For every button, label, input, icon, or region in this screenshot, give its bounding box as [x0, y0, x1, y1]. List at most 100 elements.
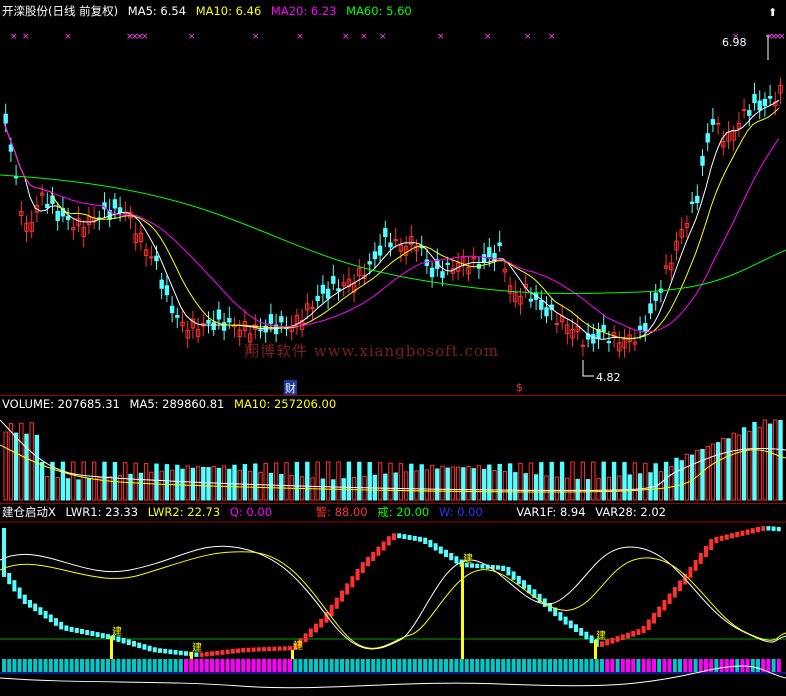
status-band-cell [33, 659, 38, 672]
volume-bar [502, 471, 508, 501]
status-band-cell [220, 659, 225, 672]
candle-body [643, 323, 648, 332]
status-band-cell [652, 659, 656, 672]
volume-bar [232, 464, 237, 501]
oscillator-step [132, 641, 136, 647]
jian-bar [110, 636, 113, 659]
volume-bar [778, 419, 783, 501]
status-band-cell [371, 659, 376, 672]
status-band-cell [418, 659, 422, 672]
status-band-cell [444, 659, 448, 672]
status-band-cell [756, 659, 760, 672]
ma20-line [3, 122, 780, 333]
oscillator-step [750, 528, 755, 534]
volume-bar [76, 479, 81, 501]
volume-bar [351, 476, 357, 501]
status-band-cell [288, 659, 292, 672]
oscillator-step [74, 627, 79, 633]
volume-bar [627, 474, 632, 501]
candle-body [149, 256, 154, 259]
oscillator-step [506, 567, 511, 576]
volume-bar [596, 477, 601, 501]
oscillator-step [303, 633, 308, 643]
candle-body [211, 321, 216, 331]
status-band-cell [698, 659, 703, 672]
volume-bar [3, 431, 8, 501]
volume-bar [273, 462, 279, 501]
volume-bar [195, 466, 201, 501]
signal-cross: × [141, 32, 149, 42]
volume-bar [611, 461, 617, 501]
volume-bar [128, 473, 133, 501]
oscillator-step [480, 564, 485, 569]
candle-body [227, 318, 232, 323]
candle-body [258, 329, 263, 332]
status-band-cell [204, 659, 209, 672]
status-band-cell [319, 659, 324, 672]
oscillator-step [121, 637, 126, 644]
candle-body [487, 247, 492, 258]
status-band-cell [48, 659, 53, 672]
volume-bar [419, 464, 424, 501]
oscillator-step [678, 580, 682, 591]
status-band-cell [7, 659, 12, 672]
status-band-cell [724, 659, 729, 672]
volume-bar [565, 477, 570, 501]
status-band-cell [646, 659, 651, 672]
volume-bar [154, 463, 159, 501]
status-band-cell [501, 659, 506, 672]
candle-body [637, 325, 643, 330]
status-band-cell [54, 659, 58, 672]
signal-cross: × [437, 32, 445, 42]
signal-cross: × [296, 32, 304, 42]
status-band-cell [256, 659, 261, 672]
status-band-cell [272, 659, 277, 672]
oscillator-step [142, 644, 147, 650]
oscillator-step [350, 576, 355, 588]
status-band-cell [480, 659, 485, 672]
candle-body [767, 96, 773, 99]
volume-bar [237, 469, 242, 501]
status-band-cell [506, 659, 511, 672]
status-band-cell [69, 659, 74, 672]
status-band-cell [350, 659, 355, 672]
status-band-cell [137, 659, 142, 672]
oscillator-step [184, 651, 188, 656]
volume-bar [601, 461, 606, 501]
oscillator-step [381, 541, 386, 551]
candle-body [388, 242, 393, 248]
status-band-cell [636, 659, 641, 672]
status-band-cell [490, 659, 495, 672]
oscillator-step [558, 612, 563, 621]
status-band-cell [485, 659, 490, 672]
oscillator-step [626, 632, 630, 639]
status-band-cell [100, 659, 105, 672]
status-band-cell [215, 659, 220, 672]
candle-body [544, 307, 549, 317]
volume-bar [663, 461, 669, 501]
oscillator-step [319, 618, 324, 628]
candle-body [497, 242, 502, 247]
oscillator-step [688, 566, 693, 578]
volume-bar [674, 457, 679, 501]
status-band-cell [85, 659, 90, 672]
status-band-cell [241, 659, 246, 672]
volume-bar [492, 470, 497, 501]
oscillator-step [106, 634, 110, 640]
oscillator-step [80, 628, 84, 634]
oscillator-step [246, 647, 251, 652]
status-band-cell [80, 659, 84, 672]
status-band-cell [2, 659, 6, 672]
chart-canvas: × × × ×××× × × × × × × × × × × × ××××建建 建建建 [0, 32, 786, 689]
oscillator-step [386, 536, 391, 546]
oscillator-step [220, 650, 225, 655]
oscillator-step [574, 624, 578, 632]
status-band-cell [340, 659, 344, 672]
oscillator-step [412, 535, 417, 541]
status-band-cell [537, 659, 542, 672]
volume-bar [435, 468, 440, 501]
candle-body [175, 315, 180, 318]
status-band-cell [750, 659, 755, 672]
candle-body [539, 299, 544, 310]
volume-bar [190, 467, 196, 501]
